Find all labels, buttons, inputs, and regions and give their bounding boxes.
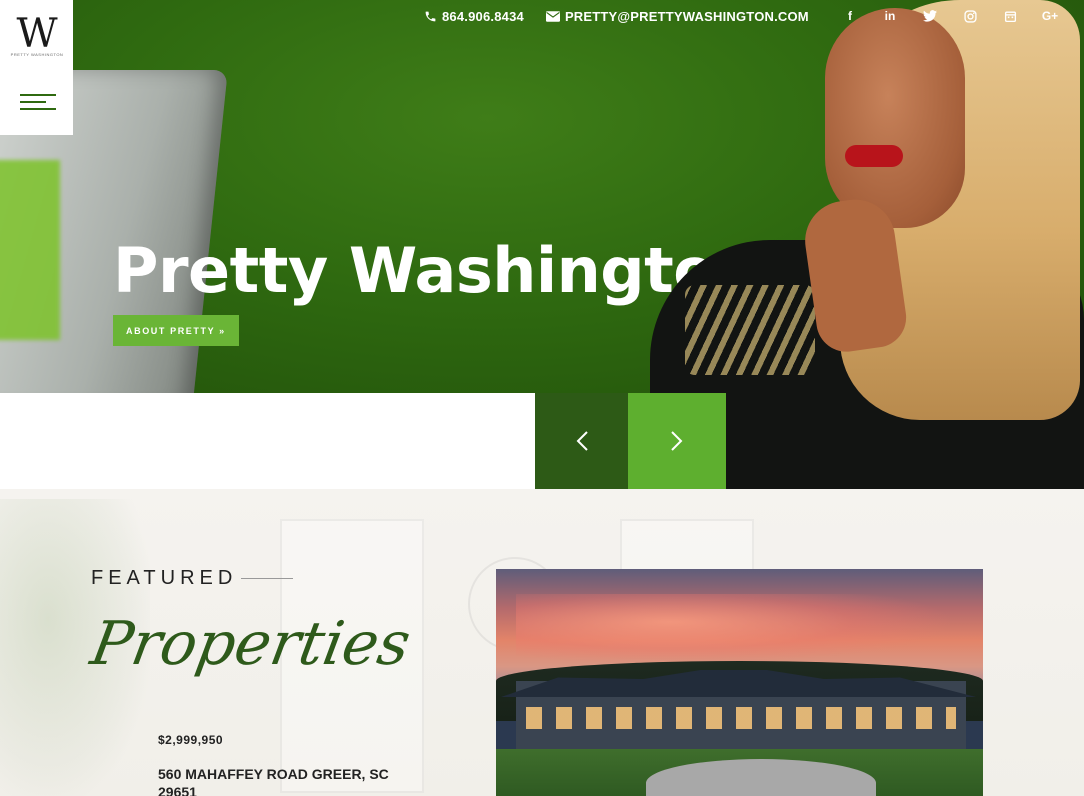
calendar-icon[interactable] (1000, 6, 1020, 26)
envelope-icon (545, 10, 560, 22)
chevron-left-icon (576, 431, 588, 451)
property-address-link[interactable]: 560 MAHAFFEY ROAD GREER, SC 29651 (158, 765, 428, 796)
menu-line (20, 94, 56, 96)
featured-property-image[interactable] (496, 569, 983, 796)
featured-label: FEATURED (91, 567, 294, 590)
featured-properties-section: FEATURED Properties $2,999,950 560 MAHAF… (0, 489, 1084, 796)
chevron-right-icon (671, 431, 683, 451)
phone-link[interactable]: 864.906.8434 (424, 9, 524, 24)
twitter-icon[interactable] (920, 6, 940, 26)
featured-label-text: FEATURED (91, 567, 238, 589)
site-logo-subtitle: PRETTY WASHINGTON (10, 52, 64, 57)
featured-divider (241, 578, 294, 579)
menu-line (20, 108, 56, 110)
about-pretty-button[interactable]: ABOUT PRETTY » (113, 315, 239, 346)
menu-line (20, 101, 46, 103)
hero-screen-glow (0, 160, 60, 340)
portrait-face (825, 8, 965, 228)
property-windows (526, 707, 956, 729)
phone-number: 864.906.8434 (442, 8, 524, 24)
property-price: $2,999,950 (158, 733, 224, 747)
google-plus-icon[interactable]: G+ (1040, 6, 1060, 26)
properties-script-title: Properties (85, 609, 416, 679)
email-link[interactable]: PRETTY@PRETTYWASHINGTON.COM (545, 8, 809, 24)
facebook-icon[interactable]: f (840, 6, 860, 26)
linkedin-icon[interactable]: in (880, 6, 900, 26)
social-links: f in G+ (840, 6, 1080, 26)
site-logo[interactable]: W (10, 10, 64, 58)
hamburger-menu-button[interactable] (20, 92, 56, 112)
site-logo-box: W PRETTY WASHINGTON (0, 0, 73, 135)
portrait-jacket-gold-lettering (685, 285, 815, 375)
slider-prev-button[interactable] (535, 393, 628, 489)
instagram-icon[interactable] (960, 6, 980, 26)
phone-icon (425, 11, 436, 21)
portrait-lips (845, 145, 903, 167)
slider-next-button[interactable] (628, 393, 726, 489)
email-address: PRETTY@PRETTYWASHINGTON.COM (564, 8, 809, 24)
contact-bar: 864.906.8434 PRETTY@PRETTYWASHINGTON.COM (424, 6, 831, 26)
property-clouds (516, 594, 956, 664)
